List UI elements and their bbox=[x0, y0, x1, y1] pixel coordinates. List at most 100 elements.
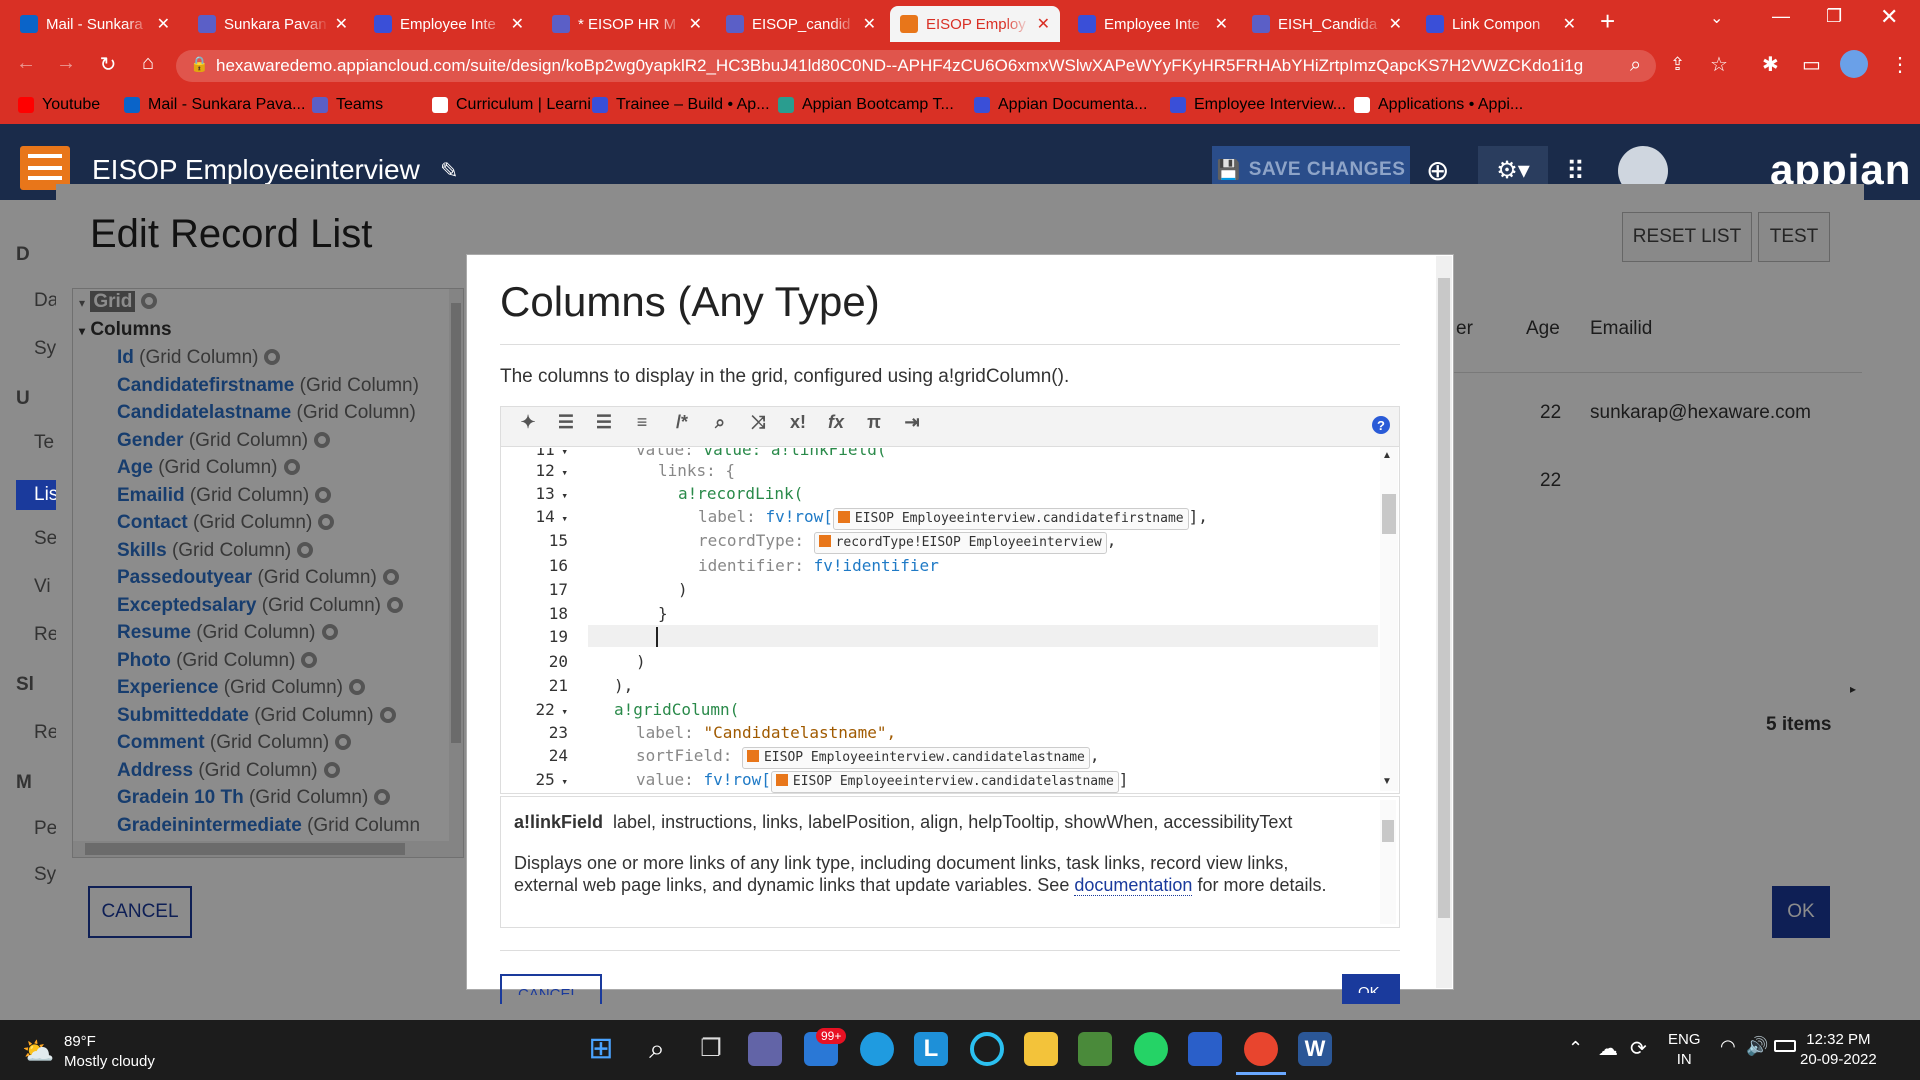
side-nav-fragment[interactable]: D bbox=[16, 244, 30, 266]
cortana-icon[interactable] bbox=[970, 1032, 1004, 1066]
bookmark-item[interactable]: Trainee – Build • Ap... bbox=[592, 96, 770, 114]
fold-arrow-icon[interactable]: ▾ bbox=[555, 489, 568, 502]
modal-scrollbar-thumb[interactable] bbox=[1438, 278, 1450, 918]
close-tab-icon[interactable]: ✕ bbox=[1563, 14, 1576, 34]
close-tab-icon[interactable]: ✕ bbox=[335, 14, 348, 34]
edge-icon[interactable] bbox=[860, 1032, 894, 1066]
chrome-icon[interactable] bbox=[1244, 1032, 1278, 1066]
back-icon[interactable]: ← bbox=[12, 52, 40, 75]
browser-tab[interactable]: EISOP_candid ✕ bbox=[716, 6, 886, 42]
modal-ok-button[interactable]: OK bbox=[1342, 974, 1400, 1004]
menu-kebab-icon[interactable]: ⋮ bbox=[1890, 52, 1910, 77]
bookmark-item[interactable]: Appian Documenta... bbox=[974, 96, 1147, 114]
bookmark-item[interactable]: Mail - Sunkara Pava... bbox=[124, 96, 305, 114]
magic-wand-icon[interactable]: ✦ bbox=[514, 412, 542, 433]
new-tab-icon[interactable]: + bbox=[1600, 6, 1615, 37]
fold-arrow-icon[interactable]: ▾ bbox=[555, 705, 568, 718]
language-indicator[interactable]: ENG IN bbox=[1668, 1030, 1701, 1070]
record-field-chip[interactable]: EISOP Employeeinterview.candidatelastnam… bbox=[770, 771, 1119, 793]
side-nav-fragment[interactable]: Re bbox=[34, 624, 58, 646]
notepad-icon[interactable] bbox=[1188, 1032, 1222, 1066]
side-nav-fragment[interactable]: Sy bbox=[34, 864, 56, 886]
onedrive-icon[interactable]: ☁ bbox=[1598, 1036, 1618, 1061]
reload-icon[interactable]: ↻ bbox=[94, 52, 122, 77]
expression-editor[interactable] bbox=[500, 406, 1400, 794]
fold-arrow-icon[interactable]: ▾ bbox=[555, 775, 568, 788]
chat-icon[interactable] bbox=[748, 1032, 782, 1066]
lens-app-icon[interactable]: L bbox=[914, 1032, 948, 1066]
indent-icon[interactable]: ☰ bbox=[590, 412, 618, 433]
close-tab-icon[interactable]: ✕ bbox=[1389, 14, 1402, 34]
function-icon[interactable]: fx bbox=[822, 412, 850, 433]
scroll-down-icon[interactable]: ▼ bbox=[1382, 776, 1392, 787]
bookmark-item[interactable]: Curriculum | Learni... bbox=[432, 96, 604, 114]
code-line-25[interactable]: value: fv!row[EISOP Employeeinterview.ca… bbox=[636, 770, 1128, 793]
record-field-chip[interactable]: EISOP Employeeinterview.candidatefirstna… bbox=[832, 508, 1189, 530]
task-view-icon[interactable]: ❐ bbox=[694, 1032, 728, 1066]
weather-cloud-icon[interactable]: ⛅ bbox=[22, 1036, 54, 1067]
minimize-icon[interactable]: — bbox=[1772, 6, 1790, 27]
documentation-link[interactable]: documentation bbox=[1074, 875, 1193, 896]
photos-icon[interactable] bbox=[1078, 1032, 1112, 1066]
side-nav-fragment[interactable]: M bbox=[16, 772, 32, 794]
battery-icon[interactable] bbox=[1774, 1040, 1796, 1052]
close-tab-icon[interactable]: ✕ bbox=[689, 14, 702, 34]
search-icon[interactable]: ⌕ bbox=[706, 412, 734, 433]
taskbar-search-icon[interactable]: ⌕ bbox=[640, 1032, 674, 1066]
browser-tab[interactable]: Employee Inte ✕ bbox=[364, 6, 534, 42]
shuffle-icon[interactable]: ⤨ bbox=[744, 412, 772, 433]
record-field-chip[interactable]: EISOP Employeeinterview.candidatelastnam… bbox=[741, 747, 1090, 769]
close-window-icon[interactable]: ✕ bbox=[1880, 4, 1898, 30]
fold-arrow-icon[interactable]: ▾ bbox=[555, 512, 568, 525]
close-tab-icon[interactable]: ✕ bbox=[1215, 14, 1228, 34]
browser-tab[interactable]: Employee Inte ✕ bbox=[1068, 6, 1238, 42]
side-nav-fragment[interactable]: Re bbox=[34, 722, 58, 744]
weather-widget[interactable]: 89°F Mostly cloudy bbox=[64, 1032, 155, 1072]
sync-icon[interactable]: ⟳ bbox=[1630, 1036, 1647, 1061]
code-line-15[interactable]: recordType: recordType!EISOP Employeeint… bbox=[698, 531, 1116, 554]
export-icon[interactable]: ⇥ bbox=[898, 412, 926, 433]
profile-avatar[interactable] bbox=[1840, 50, 1868, 78]
code-line-18[interactable]: } bbox=[658, 604, 668, 623]
browser-tab[interactable]: Sunkara Pavan ✕ bbox=[188, 6, 358, 42]
bookmark-item[interactable]: Appian Bootcamp T... bbox=[778, 96, 954, 114]
zoom-icon[interactable]: ⌕ bbox=[1630, 54, 1641, 77]
browser-tab[interactable]: Link Compon ✕ bbox=[1416, 6, 1586, 42]
sidepanel-icon[interactable]: ▭ bbox=[1802, 52, 1821, 77]
app-grid-icon[interactable]: ⠿ bbox=[1566, 156, 1585, 187]
home-icon[interactable]: ⌂ bbox=[134, 52, 162, 75]
system-clock[interactable]: 12:32 PM 20-09-2022 bbox=[1800, 1030, 1877, 1070]
url-field[interactable]: 🔒 hexawaredemo.appiancloud.com/suite/des… bbox=[176, 50, 1656, 82]
constant-icon[interactable]: π bbox=[860, 412, 888, 433]
extensions-icon[interactable]: ✱ bbox=[1762, 52, 1779, 77]
fold-arrow-icon[interactable]: ▾ bbox=[555, 466, 568, 479]
bookmark-item[interactable]: Youtube bbox=[18, 96, 100, 114]
rule-icon[interactable]: x! bbox=[784, 412, 812, 433]
whatsapp-icon[interactable] bbox=[1134, 1032, 1168, 1066]
restore-icon[interactable]: ❐ bbox=[1826, 6, 1842, 27]
comment-icon[interactable]: /* bbox=[668, 412, 696, 433]
side-nav-fragment[interactable]: Te bbox=[34, 432, 54, 454]
doc-scrollbar[interactable] bbox=[1380, 800, 1396, 924]
side-nav-fragment[interactable]: Pe bbox=[34, 818, 57, 840]
code-line-23[interactable]: label: "Candidatelastname", bbox=[636, 723, 896, 742]
record-type-chip[interactable]: recordType!EISOP Employeeinterview bbox=[813, 532, 1107, 554]
bookmark-item[interactable]: Teams bbox=[312, 96, 383, 114]
code-line-17[interactable]: ) bbox=[678, 580, 688, 599]
doc-scrollbar-thumb[interactable] bbox=[1382, 820, 1394, 842]
windows-start-icon[interactable]: ⊞ bbox=[584, 1032, 618, 1066]
browser-tab[interactable]: * EISOP HR M ✕ bbox=[542, 6, 712, 42]
side-nav-fragment[interactable]: U bbox=[16, 388, 30, 410]
format-lines-icon[interactable]: ≡ bbox=[628, 412, 656, 433]
close-tab-icon[interactable]: ✕ bbox=[511, 14, 524, 34]
code-line-14[interactable]: label: fv!row[EISOP Employeeinterview.ca… bbox=[698, 507, 1208, 530]
share-icon[interactable]: ⇪ bbox=[1670, 54, 1685, 75]
code-line-24[interactable]: sortField: EISOP Employeeinterview.candi… bbox=[636, 746, 1100, 769]
help-icon[interactable]: ? bbox=[1372, 416, 1390, 434]
volume-icon[interactable]: 🔊 bbox=[1746, 1036, 1768, 1057]
editor-scrollbar-thumb[interactable] bbox=[1382, 494, 1396, 534]
tray-chevron-icon[interactable]: ⌃ bbox=[1568, 1038, 1583, 1059]
close-tab-icon[interactable]: ✕ bbox=[1037, 14, 1050, 34]
file-explorer-icon[interactable] bbox=[1024, 1032, 1058, 1066]
code-line-22[interactable]: a!gridColumn( bbox=[614, 700, 739, 719]
